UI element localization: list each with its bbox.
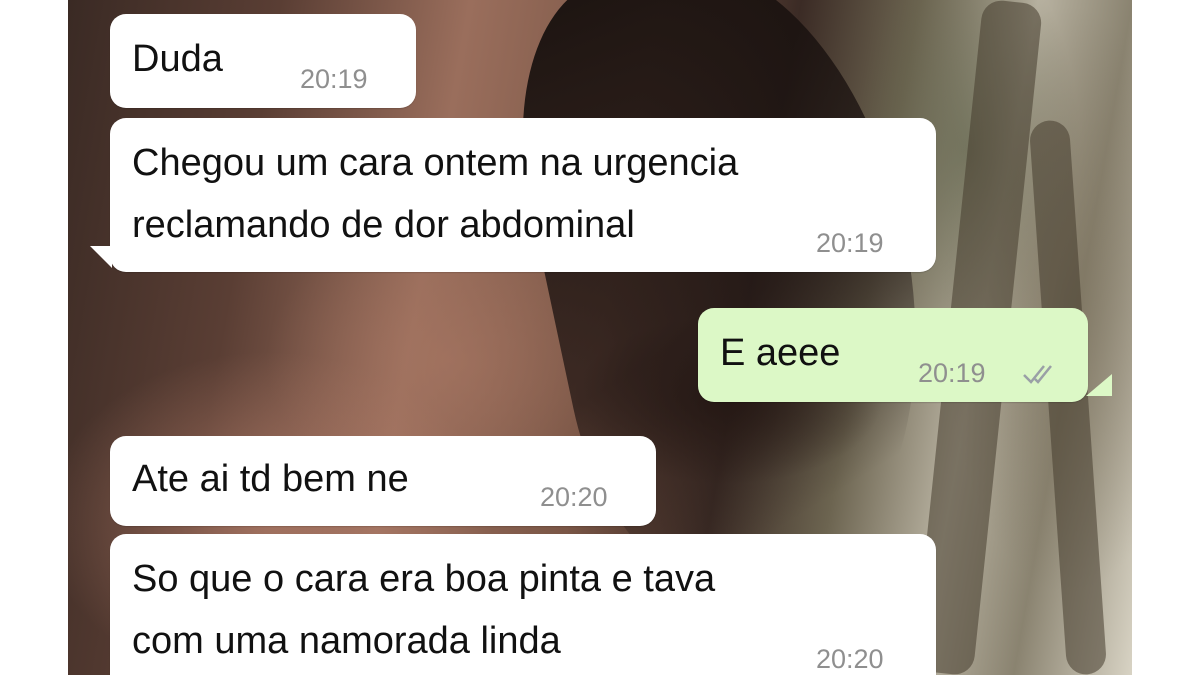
chat-conversation[interactable]: Duda 20:19 Chegou um cara ontem na urgen… xyxy=(68,0,1132,675)
message-text: Ate ai td bem ne xyxy=(132,458,409,500)
bubble-tail xyxy=(90,246,112,268)
message-text-line: reclamando de dor abdominal xyxy=(132,204,635,246)
message-text-line: So que o cara era boa pinta e tava xyxy=(132,558,716,600)
message-bubble-outgoing[interactable]: E aeee 20:19 xyxy=(698,308,1088,402)
double-check-icon xyxy=(1023,365,1052,384)
message-timestamp: 20:19 xyxy=(816,228,884,258)
screenshot-frame: Duda 20:19 Chegou um cara ontem na urgen… xyxy=(0,0,1200,675)
message-text: E aeee xyxy=(720,332,841,374)
message-timestamp: 20:19 xyxy=(300,64,368,94)
bubble-tail xyxy=(1086,374,1112,396)
message-bubble-incoming[interactable]: Chegou um cara ontem na urgencia reclama… xyxy=(110,118,936,272)
message-text-line: com uma namorada linda xyxy=(132,620,561,662)
message-timestamp: 20:20 xyxy=(816,644,884,674)
message-text-line: Chegou um cara ontem na urgencia xyxy=(132,142,739,184)
message-text: Duda xyxy=(132,38,223,80)
message-bubble-incoming[interactable]: So que o cara era boa pinta e tava com u… xyxy=(110,534,936,675)
message-bubble-incoming[interactable]: Ate ai td bem ne 20:20 xyxy=(110,436,656,526)
message-timestamp: 20:20 xyxy=(540,482,608,512)
message-bubble-incoming[interactable]: Duda 20:19 xyxy=(110,14,416,108)
message-timestamp: 20:19 xyxy=(918,358,986,388)
